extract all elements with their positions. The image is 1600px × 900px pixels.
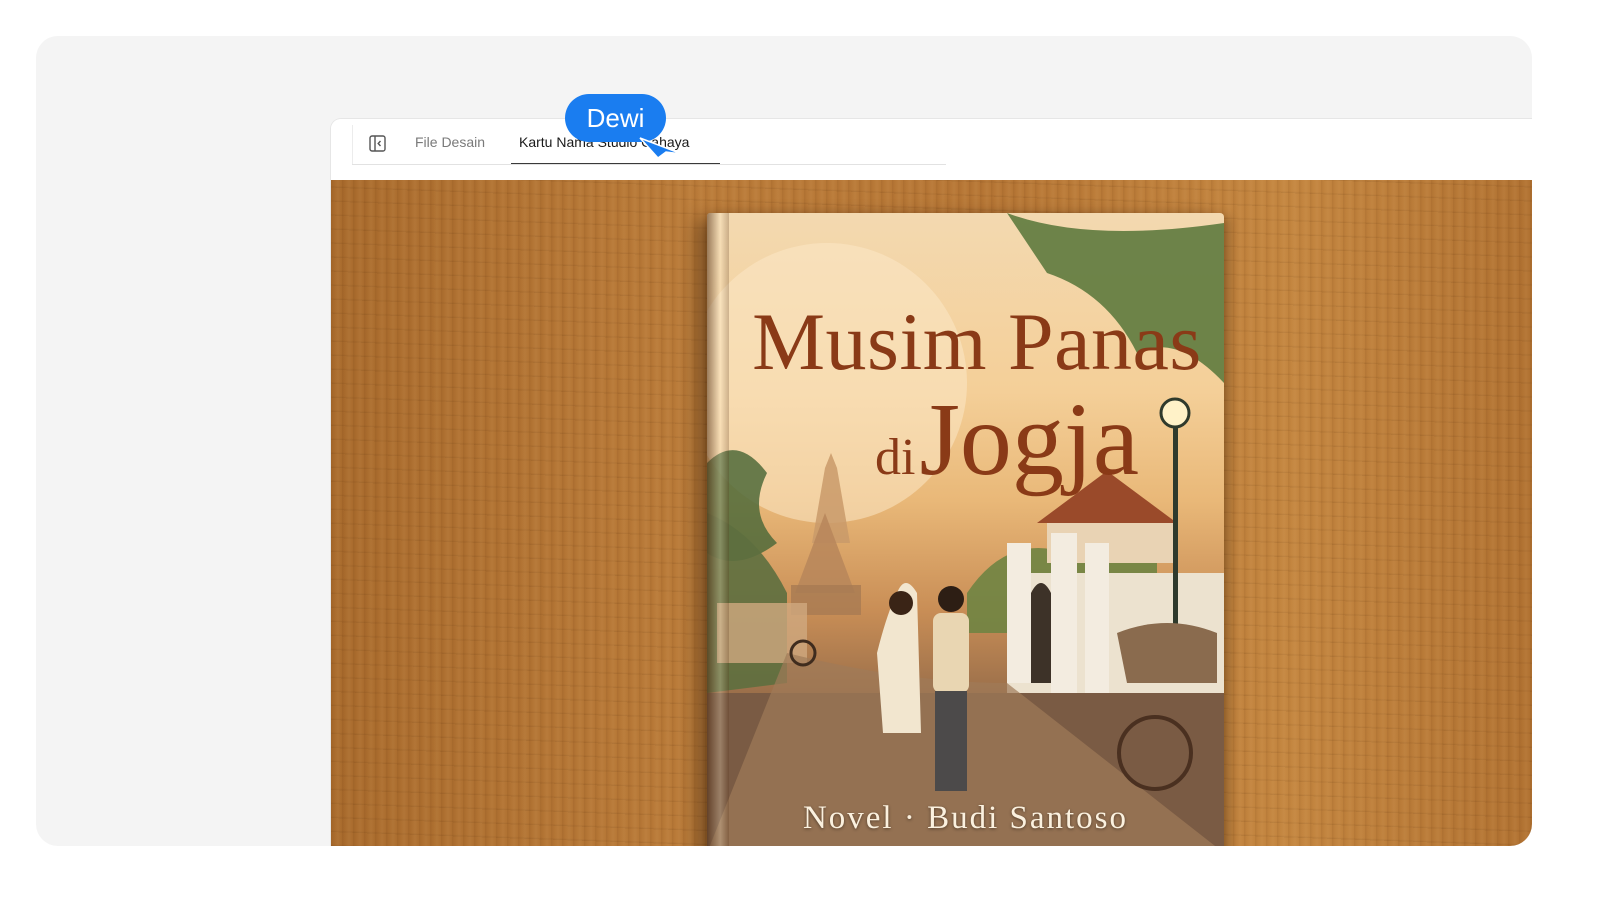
tab-bar: File Desain Kartu Nama Studio Cahaya [331,119,1532,179]
image-viewer-window: File Desain Kartu Nama Studio Cahaya Mus… [331,119,1532,846]
book-title-jogja: Jogja [919,382,1139,497]
book-author-line: Novel · Budi Santoso [802,800,1129,836]
workspace-panel: File Desain Kartu Nama Studio Cahaya Mus… [36,36,1532,846]
cursor-arrow-icon [639,137,683,160]
book-spine [707,213,729,846]
book-title-di: di [875,429,916,486]
tab-bar-divider [352,125,353,165]
book-title-line-2: di Jogja [807,385,1207,495]
sidebar-toggle-icon[interactable] [369,135,386,152]
tab-bar-underline [352,164,946,165]
book-cover-image: Musim Panas di Jogja Novel · Budi Santos… [707,213,1224,846]
book-title-line-1: Musim Panas [752,296,1202,387]
tab-file-desain[interactable]: File Desain [415,133,485,164]
image-canvas: Musim Panas di Jogja Novel · Budi Santos… [331,180,1532,846]
